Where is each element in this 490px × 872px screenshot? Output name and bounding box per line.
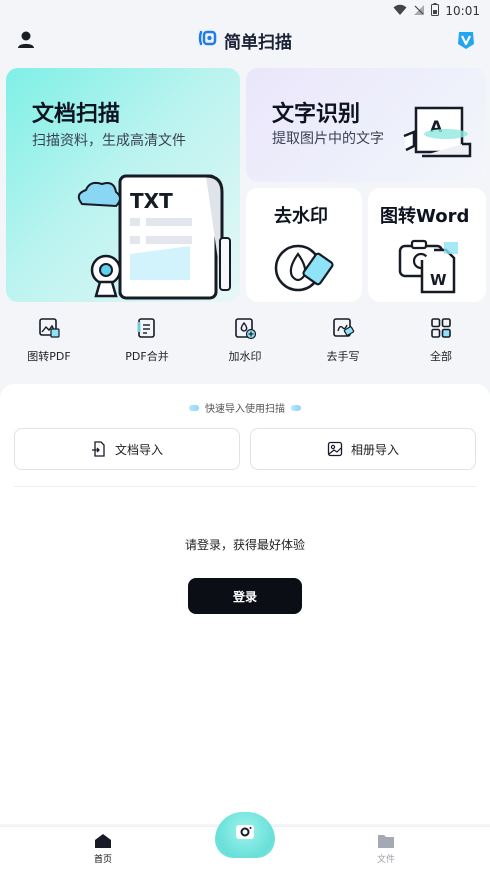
doc-import-button[interactable]: 文档导入: [14, 428, 240, 470]
tool-label: 加水印: [228, 350, 262, 363]
divider: [14, 486, 476, 487]
remove-watermark-card[interactable]: 去水印: [246, 188, 362, 302]
ocr-card[interactable]: 文字识别 提取图片中的文字 A: [246, 68, 486, 182]
tool-add-watermark[interactable]: 加水印: [196, 316, 294, 372]
wifi-icon: [393, 4, 407, 19]
ocr-illustration: A: [403, 106, 472, 158]
grid-icon: [431, 318, 451, 338]
doc-import-label: 文档导入: [114, 442, 163, 457]
image-to-word-card[interactable]: 图转Word W: [368, 188, 486, 302]
folder-icon: [378, 835, 394, 848]
nav-files-label: 文件: [376, 855, 395, 865]
ocr-title: 文字识别: [272, 102, 361, 127]
album-import-button[interactable]: 相册导入: [250, 428, 476, 470]
no-signal-icon: [413, 4, 425, 19]
status-bar: 10:01: [0, 0, 490, 22]
login-button[interactable]: 登录: [188, 578, 302, 614]
image-pdf-icon: [39, 318, 60, 338]
tool-pdf-merge[interactable]: PDF合并: [98, 316, 196, 372]
tool-label: 全部: [430, 350, 452, 363]
app-header: 简单扫描: [0, 22, 490, 60]
ocr-subtitle: 提取图片中的文字: [272, 131, 384, 147]
home-icon: [95, 834, 111, 848]
camera-icon: [236, 825, 254, 839]
image-to-word-title: 图转Word: [380, 206, 470, 227]
app-title-text: 简单扫描: [224, 33, 292, 53]
login-tip: 请登录，获得最好体验: [184, 538, 305, 552]
tool-label: PDF合并: [125, 350, 169, 363]
pdf-merge-icon: [137, 318, 155, 338]
camera-word-icon: W: [398, 239, 458, 294]
import-hint-text: 快速导入使用扫描: [205, 404, 285, 415]
doc-scan-illustration: TXT: [77, 174, 231, 300]
tool-all[interactable]: 全部: [392, 316, 490, 372]
hint-left-dot: [189, 404, 199, 411]
import-hint: 快速导入使用扫描: [0, 400, 490, 415]
quick-tools-row: 图转PDF PDF合并 加水印 去手写 全部: [0, 316, 490, 372]
doc-import-icon: [91, 441, 105, 457]
tool-remove-handwriting[interactable]: 去手写: [294, 316, 392, 372]
app-title: 简单扫描: [0, 28, 490, 53]
album-import-icon: [327, 441, 343, 457]
tool-label: 图转PDF: [27, 350, 71, 363]
add-watermark-icon: [235, 318, 257, 340]
app-logo-icon: [198, 29, 218, 52]
tool-image-to-pdf[interactable]: 图转PDF: [0, 316, 98, 372]
txt-label: TXT: [130, 189, 173, 213]
hint-right-dot: [291, 404, 301, 411]
vip-badge-icon[interactable]: [456, 30, 476, 50]
battery-icon: [431, 3, 440, 19]
nav-home[interactable]: 首页: [88, 833, 118, 865]
status-time: 10:01: [445, 4, 480, 18]
nav-files[interactable]: 文件: [371, 833, 401, 865]
doc-scan-title: 文档扫描: [32, 102, 121, 127]
eraser-drop-icon: [274, 244, 334, 292]
remove-handwriting-icon: [333, 318, 355, 337]
doc-scan-card[interactable]: 文档扫描 扫描资料，生成高清文件 TXT: [6, 68, 240, 302]
import-panel: 快速导入使用扫描 文档导入 相册导入 请登录，获得最好体验 登录: [0, 384, 490, 824]
camera-scan-button[interactable]: [215, 812, 275, 858]
tool-label: 去手写: [326, 350, 360, 363]
album-import-label: 相册导入: [350, 442, 399, 457]
doc-scan-subtitle: 扫描资料，生成高清文件: [32, 133, 186, 149]
remove-watermark-title: 去水印: [274, 206, 328, 227]
nav-home-label: 首页: [93, 855, 112, 865]
word-letter: W: [430, 271, 447, 289]
